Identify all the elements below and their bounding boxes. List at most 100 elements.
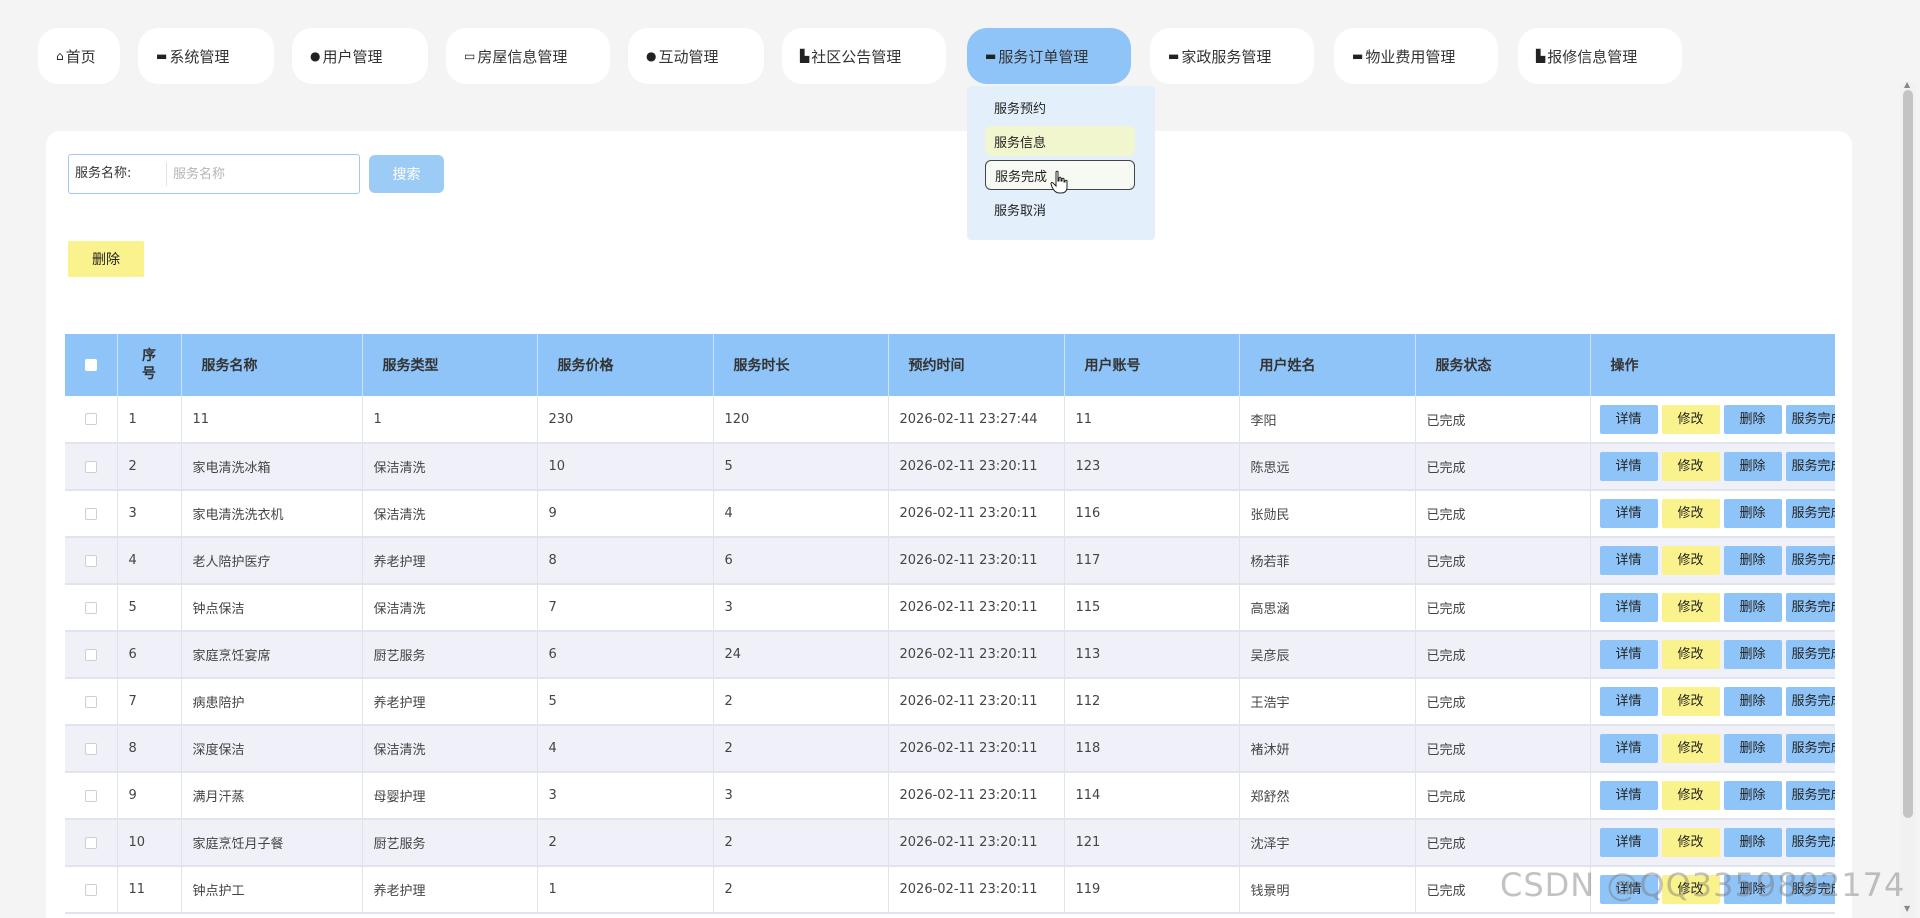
checkbox-box[interactable] xyxy=(84,554,97,567)
complete-button[interactable]: 服务完成 xyxy=(1785,499,1835,528)
complete-button[interactable]: 服务完成 xyxy=(1785,452,1835,481)
scroll-up-icon[interactable]: ▲ xyxy=(1904,80,1910,89)
column-header: 服务类型 xyxy=(362,334,538,396)
dropdown-item-cancelled[interactable]: 服务取消 xyxy=(985,194,1135,224)
edit-button[interactable]: 修改 xyxy=(1661,593,1720,622)
nav-item-repairs[interactable]: ▙ 报修信息管理 xyxy=(1518,28,1682,84)
delete-button[interactable]: 删除 xyxy=(1723,781,1782,810)
delete-button[interactable]: 删除 xyxy=(1723,593,1782,622)
edit-button[interactable]: 修改 xyxy=(1661,734,1720,763)
table-cell: 2026-02-11 23:20:11 xyxy=(888,725,1065,773)
edit-button[interactable]: 修改 xyxy=(1661,546,1720,575)
delete-button[interactable]: 删除 xyxy=(1723,404,1782,434)
detail-button[interactable]: 详情 xyxy=(1599,593,1658,622)
edit-button[interactable]: 修改 xyxy=(1661,781,1720,810)
search-field: 服务名称: xyxy=(68,154,360,194)
vertical-scrollbar[interactable]: ▲ ▼ xyxy=(1900,80,1916,918)
dropdown-item-appointment[interactable]: 服务预约 xyxy=(985,92,1135,122)
delete-button[interactable]: 删除 xyxy=(1723,734,1782,763)
checkbox-box[interactable] xyxy=(84,648,97,661)
detail-button[interactable]: 详情 xyxy=(1599,499,1658,528)
row-checkbox[interactable] xyxy=(65,443,118,491)
nav-item-interaction[interactable]: ● 互动管理 xyxy=(628,28,764,84)
checkbox-box[interactable] xyxy=(84,695,97,708)
table-cell: 2 xyxy=(713,819,889,867)
table-cell: 已完成 xyxy=(1415,631,1591,679)
edit-button[interactable]: 修改 xyxy=(1661,828,1720,857)
edit-button[interactable]: 修改 xyxy=(1661,640,1720,669)
row-checkbox[interactable] xyxy=(65,584,118,632)
row-checkbox[interactable] xyxy=(65,490,118,538)
table-cell: 家庭烹饪宴席 xyxy=(181,631,363,679)
checkbox-box[interactable] xyxy=(84,601,97,614)
row-checkbox[interactable] xyxy=(65,678,118,726)
complete-button[interactable]: 服务完成 xyxy=(1785,404,1835,434)
row-checkbox[interactable] xyxy=(65,772,118,820)
checkbox-box[interactable] xyxy=(84,507,97,520)
table-cell: 2026-02-11 23:20:11 xyxy=(888,584,1065,632)
nav-item-home-services[interactable]: ▬ 家政服务管理 xyxy=(1150,28,1314,84)
delete-button[interactable]: 删除 xyxy=(1723,452,1782,481)
nav-item-system[interactable]: ▬ 系统管理 xyxy=(138,28,274,84)
nav-item-service-orders[interactable]: ▬ 服务订单管理 xyxy=(967,28,1131,84)
nav-item-label: 服务订单管理 xyxy=(998,47,1089,66)
bulk-delete-button[interactable]: 删除 xyxy=(68,241,144,277)
table-cell: 10 xyxy=(537,443,714,491)
checkbox-box[interactable] xyxy=(84,413,97,425)
delete-button[interactable]: 删除 xyxy=(1723,546,1782,575)
row-checkbox[interactable] xyxy=(65,537,118,585)
checkbox-box[interactable] xyxy=(84,359,97,371)
nav-item-housing[interactable]: ▭ 房屋信息管理 xyxy=(446,28,610,84)
row-actions: 详情修改删除服务完成 xyxy=(1590,537,1835,585)
nav-item-property-fees[interactable]: ▬ 物业费用管理 xyxy=(1334,28,1498,84)
delete-button[interactable]: 删除 xyxy=(1723,828,1782,857)
edit-button[interactable]: 修改 xyxy=(1661,452,1720,481)
detail-button[interactable]: 详情 xyxy=(1599,640,1658,669)
table-cell: 家庭烹饪月子餐 xyxy=(181,819,363,867)
select-all-checkbox[interactable] xyxy=(65,334,118,396)
delete-button[interactable]: 删除 xyxy=(1723,640,1782,669)
complete-button[interactable]: 服务完成 xyxy=(1785,546,1835,575)
detail-button[interactable]: 详情 xyxy=(1599,404,1658,434)
nav-item-label: 首页 xyxy=(65,47,96,66)
edit-button[interactable]: 修改 xyxy=(1661,687,1720,716)
table-cell: 6 xyxy=(537,631,714,679)
row-checkbox[interactable] xyxy=(65,396,118,444)
detail-button[interactable]: 详情 xyxy=(1599,734,1658,763)
checkbox-box[interactable] xyxy=(84,836,97,849)
row-checkbox[interactable] xyxy=(65,725,118,773)
complete-button[interactable]: 服务完成 xyxy=(1785,828,1835,857)
table-row: 6 家庭烹饪宴席 厨艺服务 6 24 2026-02-11 23:20:11 113 吴彦辰已… xyxy=(65,631,1835,679)
complete-button[interactable]: 服务完成 xyxy=(1785,687,1835,716)
delete-button[interactable]: 删除 xyxy=(1723,499,1782,528)
dropdown-item-info[interactable]: 服务信息 xyxy=(985,126,1135,156)
nav-item-users[interactable]: ● 用户管理 xyxy=(292,28,428,84)
checkbox-box[interactable] xyxy=(84,883,97,896)
edit-button[interactable]: 修改 xyxy=(1661,404,1720,434)
detail-button[interactable]: 详情 xyxy=(1599,781,1658,810)
scroll-down-icon[interactable]: ▼ xyxy=(1904,904,1910,913)
detail-button[interactable]: 详情 xyxy=(1599,452,1658,481)
detail-button[interactable]: 详情 xyxy=(1599,828,1658,857)
nav-item-announcements[interactable]: ▙ 社区公告管理 xyxy=(782,28,946,84)
table-cell: 母婴护理 xyxy=(362,772,538,820)
delete-button[interactable]: 删除 xyxy=(1723,687,1782,716)
table-row: 3 家电清洗洗衣机 保洁清洗 9 4 2026-02-11 23:20:11 116 张勋民已… xyxy=(65,490,1835,538)
nav-item-home[interactable]: ⌂ 首页 xyxy=(38,28,120,84)
scrollbar-thumb[interactable] xyxy=(1903,90,1913,818)
detail-button[interactable]: 详情 xyxy=(1599,546,1658,575)
checkbox-box[interactable] xyxy=(84,742,97,755)
complete-button[interactable]: 服务完成 xyxy=(1785,593,1835,622)
complete-button[interactable]: 服务完成 xyxy=(1785,734,1835,763)
complete-button[interactable]: 服务完成 xyxy=(1785,781,1835,810)
row-checkbox[interactable] xyxy=(65,631,118,679)
row-checkbox[interactable] xyxy=(65,819,118,867)
search-input[interactable] xyxy=(167,166,355,182)
detail-button[interactable]: 详情 xyxy=(1599,687,1658,716)
edit-button[interactable]: 修改 xyxy=(1661,499,1720,528)
search-button[interactable]: 搜索 xyxy=(369,155,444,193)
checkbox-box[interactable] xyxy=(84,789,97,802)
complete-button[interactable]: 服务完成 xyxy=(1785,640,1835,669)
row-checkbox[interactable] xyxy=(65,866,118,914)
checkbox-box[interactable] xyxy=(84,460,97,473)
